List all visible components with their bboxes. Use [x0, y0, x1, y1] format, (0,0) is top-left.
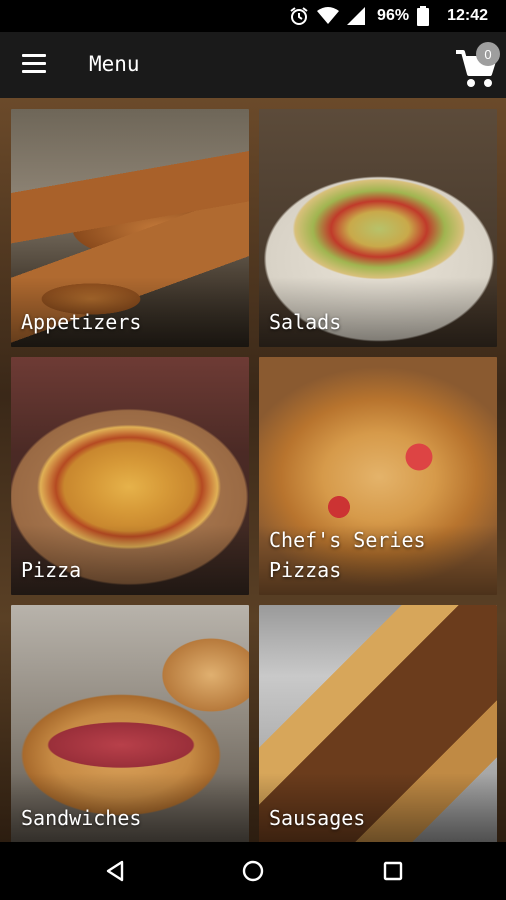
category-label: Salads	[269, 310, 342, 334]
category-tile-appetizers[interactable]: Appetizers	[11, 109, 249, 347]
battery-icon	[417, 6, 430, 26]
category-tile-pizza[interactable]: Pizza	[11, 357, 249, 595]
status-bar: 96% 12:42	[0, 0, 506, 32]
wifi-icon	[317, 7, 340, 24]
recents-square-icon	[383, 861, 403, 881]
back-button[interactable]	[100, 856, 130, 886]
category-tile-salads[interactable]: Salads	[259, 109, 497, 347]
category-tile-chefs-series-pizzas[interactable]: Chef's Series Pizzas	[259, 357, 497, 595]
category-grid: Appetizers Salads Pizza Chef's Series Pi…	[0, 98, 506, 843]
category-tile-sandwiches[interactable]: Sandwiches	[11, 605, 249, 843]
system-nav-bar	[0, 842, 506, 900]
home-circle-icon	[242, 860, 264, 882]
alarm-icon	[290, 7, 308, 25]
category-tile-sausages[interactable]: Sausages	[259, 605, 497, 843]
app-bar: Menu	[0, 32, 506, 98]
back-triangle-icon	[106, 860, 124, 882]
clock: 12:42	[447, 7, 488, 24]
home-button[interactable]	[238, 856, 268, 886]
page-title: Menu	[89, 52, 140, 76]
category-label: Sandwiches	[21, 806, 142, 830]
battery-percent: 96%	[377, 7, 410, 24]
hamburger-menu-icon[interactable]	[22, 54, 48, 76]
category-label: Sausages	[269, 806, 366, 830]
category-label: Pizza	[21, 558, 82, 582]
category-label: Appetizers	[21, 310, 142, 334]
signal-icon	[347, 7, 366, 25]
cart-count-badge: 0	[476, 42, 500, 66]
category-label: Chef's Series Pizzas	[269, 528, 426, 582]
recents-button[interactable]	[378, 856, 408, 886]
